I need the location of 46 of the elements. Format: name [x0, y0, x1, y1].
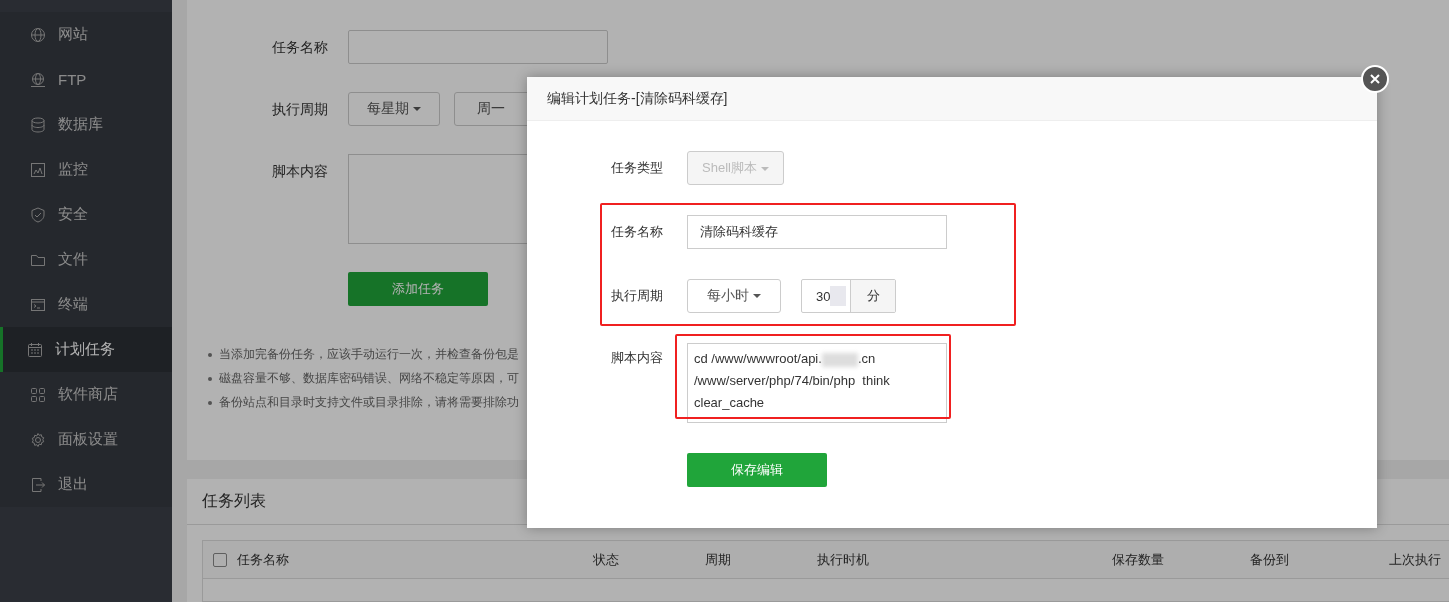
settings-icon — [30, 431, 46, 448]
sidebar-item[interactable]: FTP — [0, 57, 172, 102]
sidebar-item[interactable]: 计划任务 — [0, 327, 172, 372]
database-icon — [30, 116, 46, 133]
sidebar-item[interactable]: 安全 — [0, 192, 172, 237]
checkbox[interactable] — [213, 552, 227, 567]
calendar-icon — [27, 341, 43, 358]
sidebar-item[interactable]: 数据库 — [0, 102, 172, 147]
minute-field[interactable]: 30 分 — [801, 279, 896, 313]
column-header: 状态 — [593, 550, 620, 569]
field-label: 任务类型 — [611, 159, 664, 177]
sidebar-item[interactable]: 面板设置 — [0, 417, 172, 462]
script-field[interactable]: cd /www/wwwroot/api. .cn /www/server/php/74/bin/php think clear_cache — [687, 343, 947, 423]
column-header: 周期 — [705, 550, 732, 569]
field-label: 任务名称 — [611, 223, 664, 241]
field-label: 任务名称 — [272, 38, 328, 57]
column-header: 保存数量 — [1112, 550, 1165, 569]
sidebar-item[interactable]: 终端 — [0, 282, 172, 327]
field-label: 执行周期 — [272, 100, 328, 119]
sidebar-item[interactable]: 退出 — [0, 462, 172, 507]
field-label: 执行周期 — [611, 287, 664, 305]
field-label: 脚本内容 — [611, 349, 664, 367]
add-task-button[interactable]: 添加任务 — [348, 272, 488, 306]
column-header: 任务名称 — [237, 550, 290, 569]
period-dropdown[interactable]: 每星期 — [348, 92, 440, 126]
task-name-field[interactable]: 清除码科缓存 — [687, 215, 947, 249]
period-dropdown[interactable]: 每小时 — [687, 279, 781, 313]
globe-icon — [30, 26, 46, 43]
field-label: 脚本内容 — [272, 162, 328, 181]
logout-icon — [30, 476, 46, 493]
sidebar-item[interactable]: 文件 — [0, 237, 172, 282]
grid-icon — [30, 386, 46, 403]
task-name-field[interactable] — [348, 30, 608, 64]
sidebar-item[interactable]: 软件商店 — [0, 372, 172, 417]
save-button[interactable]: 保存编辑 — [687, 453, 827, 487]
chart-icon — [30, 161, 46, 178]
terminal-icon — [30, 296, 46, 313]
sidebar-item[interactable]: 监控 — [0, 147, 172, 192]
column-header: 上次执行 — [1389, 550, 1442, 569]
close-icon — [1370, 74, 1380, 84]
dialog-title: 编辑计划任务-[清除码科缓存] — [527, 77, 1377, 121]
sidebar-item[interactable]: 网站 — [0, 12, 172, 57]
column-header: 执行时机 — [817, 550, 870, 569]
shield-check-icon — [30, 206, 46, 223]
column-header: 备份到 — [1250, 550, 1290, 569]
globe-server-icon — [30, 71, 46, 88]
